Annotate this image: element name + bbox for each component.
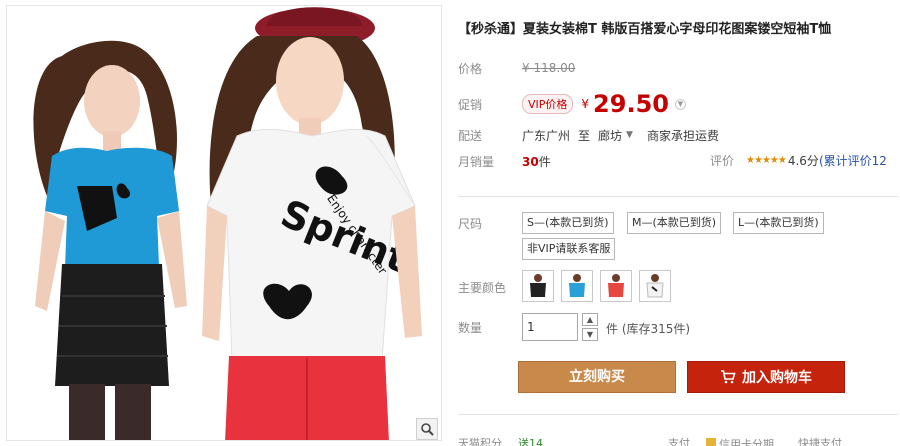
sales-row: 月销量 30件 评价 ★★★★★ 4.6分 (累计评价12 [458,150,898,172]
review-count-link[interactable]: (累计评价12 [819,152,887,169]
ship-to-word: 至 [578,128,591,143]
product-page: Sprint Enjoy character 【秒杀通】夏装女装棉T 韩版百搭爱… [0,0,900,446]
monthly-sales-count: 30 [522,154,539,169]
ship-destination-select[interactable]: 廊坊 [598,127,622,144]
size-option-s[interactable]: S—(本款已到货) [522,212,614,234]
color-option-black[interactable] [522,270,554,302]
quantity-unit: 件 [606,322,619,336]
shipping-fee: 商家承担运费 [646,128,719,143]
quantity-input[interactable]: 1 [522,313,578,341]
ship-from: 广东广州 [522,128,571,143]
installment-option[interactable]: 信用卡分期 [706,435,774,446]
add-to-cart-button[interactable]: 加入购物车 [687,361,845,393]
tshirt-thumbnail-red [608,274,624,297]
color-label: 主要颜色 [458,280,507,295]
add-to-cart-label: 加入购物车 [742,370,812,386]
shipping-label: 配送 [458,128,483,143]
price-label: 价格 [458,61,483,76]
vip-price-badge: VIP价格 [522,94,574,114]
card-icon [706,437,716,446]
product-image[interactable]: Sprint Enjoy character [6,5,442,441]
payment-label: 支付 [668,437,690,446]
size-option-l[interactable]: L—(本款已到货) [733,212,824,234]
quantity-decrease-button[interactable]: ▼ [582,328,598,341]
quantity-label: 数量 [458,320,483,335]
color-label-row: 主要颜色 [458,276,522,298]
star-rating-icon: ★★★★★ [746,155,787,166]
size-option-m[interactable]: M—(本款已到货) [627,212,722,234]
tshirt-thumbnail-black [530,274,546,297]
monthly-sales-label: 月销量 [458,154,495,169]
monthly-sales-unit: 件 [538,154,551,169]
promo-label: 促销 [458,97,483,112]
color-option-blue[interactable] [561,270,593,302]
divider [458,196,898,197]
zoom-button[interactable] [416,418,438,440]
promo-price: 29.50 [593,90,669,118]
service-strip: 天猫积分 送14 支付 信用卡分期 快捷支付 [458,434,898,446]
divider-bottom [458,414,898,415]
quantity-label-row: 数量 [458,316,522,338]
buy-now-button[interactable]: 立刻购买 [518,361,676,393]
shipping-row: 配送 广东广州 至 廊坊 ▼ 商家承担运费 [458,124,719,146]
installment-label: 信用卡分期 [719,438,774,446]
color-option-white[interactable] [639,270,671,302]
product-title: 【秒杀通】夏装女装棉T 韩版百搭爱心字母印花图案镂空短袖T恤 [458,22,832,37]
magnifier-icon [421,423,434,436]
original-price-row: 价格 ¥ 118.00 [458,57,575,79]
points-value: 送14 [518,437,543,446]
color-option-red[interactable] [600,270,632,302]
review-summary: 评价 ★★★★★ 4.6分 (累计评价12 [710,152,887,169]
review-score: 4.6分 [787,154,819,168]
cart-icon [720,370,736,384]
quantity-increase-button[interactable]: ▲ [582,313,598,326]
size-label: 尺码 [458,216,483,231]
stock-count: (库存315件) [621,322,691,336]
size-option-contact[interactable]: 非VIP请联系客服 [522,238,616,260]
tshirt-thumbnail-white [646,274,664,298]
chevron-down-icon[interactable]: ▼ [674,98,686,110]
monthly-sales: 30件 [522,153,551,170]
quickpay-label: 快捷支付 [798,437,842,446]
size-label-row: 尺码 [458,212,522,234]
quantity-stock-info: 件 (库存315件) [606,320,690,337]
tshirt-thumbnail-blue [569,274,585,297]
original-price: ¥ 118.00 [522,61,576,75]
currency-symbol: ¥ [581,97,590,111]
review-label: 评价 [710,154,735,168]
dropdown-arrow-icon[interactable]: ▼ [626,130,633,140]
promo-price-row: 促销 VIP价格 ¥ 29.50 ▼ [458,90,686,118]
points-label: 天猫积分 [458,437,502,446]
product-photo-illustration: Sprint Enjoy character [7,6,441,440]
